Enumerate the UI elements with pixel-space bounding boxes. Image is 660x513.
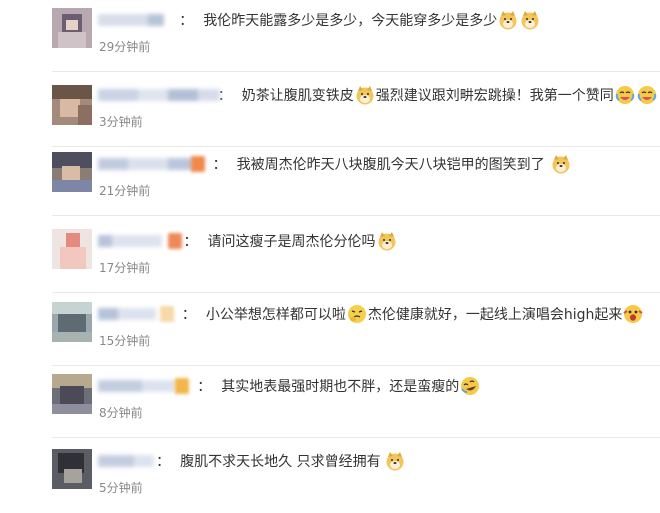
comment-item: xxxxxxxxx ： 我伦昨天能露多少是多少，今天能穿多少是多少 29分钟前 [0, 0, 660, 72]
comment-text: 我被周杰伦昨天八块腹肌今天八块铠甲的图笑到了 [236, 157, 545, 173]
comment-item: xxxxxx ： 腹肌不求天长地久 只求曾经拥有 5分钟前 [0, 441, 660, 513]
avatar[interactable] [52, 152, 92, 192]
doge-emoji [499, 11, 517, 30]
colon: ： [212, 157, 227, 173]
user-badge-icon [167, 233, 182, 249]
user-badge-icon [175, 378, 190, 394]
comment-item: xxxxxxx ： 小公举想怎样都可以啦 杰伦健康就好，一起线上演唱会high起… [0, 294, 660, 366]
comment-text: 我伦昨天能露多少是多少，今天能穿多少是多少 [203, 13, 498, 29]
timestamp: 21分钟前 [99, 184, 151, 198]
colon: ： [179, 13, 194, 29]
username[interactable]: xxxxxxx [98, 305, 156, 323]
comment-item: xxxxxxxxx ： 其实地表最强时期也不胖，还是蛮瘦的 8分钟前 [0, 366, 660, 438]
thinking-emoji [347, 305, 366, 323]
timestamp: 5分钟前 [99, 481, 143, 495]
user-badge-icon [159, 306, 174, 322]
colon: ： [197, 379, 212, 395]
divider [52, 71, 660, 72]
avatar[interactable] [52, 449, 92, 489]
cry-laugh-emoji [615, 86, 634, 104]
timestamp: 8分钟前 [99, 406, 143, 420]
divider [52, 292, 660, 293]
avatar[interactable] [52, 374, 92, 414]
colon: ： [183, 234, 198, 250]
comment-text: 腹肌不求天长地久 只求曾经拥有 [180, 454, 381, 470]
cry-laugh-emoji [637, 86, 656, 104]
timestamp: 15分钟前 [99, 334, 151, 348]
username[interactable]: xxxxxxxxx [98, 377, 176, 395]
doge-emoji [552, 155, 570, 174]
colon: ： [156, 454, 171, 470]
comment-text: 小公举想怎样都可以啦 [205, 307, 346, 323]
avatar[interactable] [52, 85, 92, 125]
username[interactable]: xxxxxxxxxxxxxx [98, 86, 220, 104]
doge-emoji [356, 86, 374, 105]
username[interactable]: xxxxxxxxx [98, 11, 171, 29]
username[interactable]: xxxxxxxx [98, 232, 164, 250]
laugh-roll-emoji [461, 377, 480, 395]
divider [52, 215, 660, 216]
doge-emoji [386, 452, 404, 471]
timestamp: 29分钟前 [99, 40, 151, 54]
comment-item: xxxxxxxxxxxxxx ： 奶茶让腹肌变铁皮 强烈建议跟刘畊宏跳操！我第一… [0, 75, 660, 147]
timestamp: 3分钟前 [99, 115, 143, 129]
timestamp: 17分钟前 [99, 261, 151, 275]
comment-text-2: 强烈建议跟刘畊宏跳操！我第一个赞同 [375, 88, 614, 104]
divider [52, 437, 660, 438]
avatar[interactable] [52, 302, 92, 342]
avatar[interactable] [52, 229, 92, 269]
doge-emoji [378, 232, 396, 251]
comment-item: xxxxxxxxxxx ： 我被周杰伦昨天八块腹肌今天八块铠甲的图笑到了 21分… [0, 144, 660, 216]
comment-text: 奶茶让腹肌变铁皮 [241, 88, 354, 104]
username[interactable]: xxxxxx [98, 452, 154, 470]
username[interactable]: xxxxxxxxxxx [98, 155, 194, 173]
user-badge-icon [190, 156, 205, 172]
comment-text-2: 杰伦健康就好，一起线上演唱会high起来 [367, 307, 623, 323]
comment-item: xxxxxxxx ： 请问这瘦子是周杰伦分伦吗 17分钟前 [0, 221, 660, 293]
shock-emoji [623, 305, 643, 323]
comment-text: 其实地表最强时期也不胖，还是蛮瘦的 [221, 379, 460, 395]
doge-emoji [521, 11, 539, 30]
comment-text: 请问这瘦子是周杰伦分伦吗 [207, 234, 376, 250]
colon: ： [181, 307, 196, 323]
avatar[interactable] [52, 8, 92, 48]
